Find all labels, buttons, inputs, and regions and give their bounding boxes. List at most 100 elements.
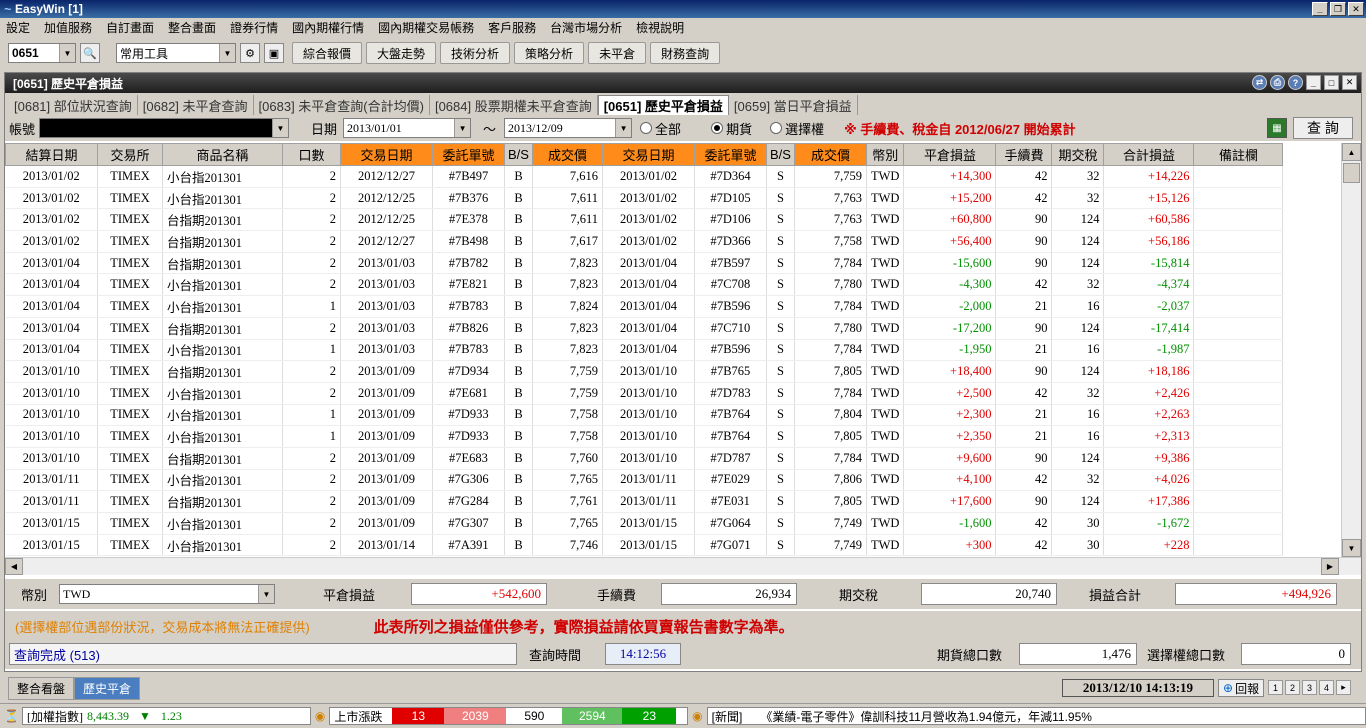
- account-select[interactable]: ▼: [39, 118, 290, 138]
- tab-history[interactable]: 歷史平倉: [74, 676, 141, 700]
- restore-button[interactable]: ❐: [1330, 2, 1346, 16]
- minimize-button[interactable]: _: [1312, 2, 1328, 16]
- layout-4-icon[interactable]: 4: [1319, 680, 1334, 695]
- column-header[interactable]: 交易所: [97, 143, 163, 166]
- menu-item-2[interactable]: 自訂畫面: [106, 19, 154, 36]
- close-button[interactable]: ✕: [1342, 75, 1357, 90]
- table-row[interactable]: 2013/01/04 TIMEX 台指期201301 2 2013/01/03 #7B82…: [5, 317, 1284, 340]
- currency-select[interactable]: TWD ▼: [59, 584, 275, 604]
- layout-2-icon[interactable]: 2: [1285, 680, 1300, 695]
- toolbar-button-1[interactable]: 大盤走勢: [366, 42, 437, 64]
- column-header[interactable]: 口數: [282, 143, 341, 166]
- menu-item-9[interactable]: 檢視說明: [636, 19, 684, 36]
- maximize-button[interactable]: □: [1324, 75, 1339, 90]
- search-icon[interactable]: 🔍: [80, 43, 100, 63]
- code-combo[interactable]: 0651 ▼: [8, 43, 76, 63]
- toolbar-button-2[interactable]: 技術分析: [440, 42, 511, 64]
- gear-icon[interactable]: ⚙: [240, 43, 260, 63]
- pin-icon[interactable]: ⏳: [4, 709, 19, 723]
- toolbar-button-4[interactable]: 未平倉: [588, 42, 647, 64]
- link-icon[interactable]: ⇄: [1252, 75, 1267, 90]
- menu-item-1[interactable]: 加值服務: [44, 19, 92, 36]
- expand-icon[interactable]: ▸: [1336, 680, 1351, 695]
- radio-futures[interactable]: 期貨: [711, 119, 752, 138]
- new-window-icon[interactable]: ▣: [264, 43, 284, 63]
- table-row[interactable]: 2013/01/02 TIMEX 台指期201301 2 2012/12/25 #7E37…: [5, 208, 1284, 232]
- column-header[interactable]: 委託單號: [694, 143, 767, 166]
- table-row[interactable]: 2013/01/04 TIMEX 小台指201301 1 2013/01/03 #7B78…: [5, 339, 1284, 362]
- vertical-scrollbar[interactable]: ▲ ▼: [1341, 143, 1361, 557]
- close-button[interactable]: ✕: [1348, 2, 1364, 16]
- radio-all[interactable]: 全部: [640, 119, 681, 138]
- column-header[interactable]: B/S: [766, 143, 795, 166]
- scroll-right-icon[interactable]: ▶: [1321, 558, 1339, 575]
- table-row[interactable]: 2013/01/10 TIMEX 台指期201301 2 2013/01/09 #7E68…: [5, 447, 1284, 470]
- horizontal-scrollbar[interactable]: ◀ ▶: [5, 557, 1361, 575]
- ticker-menu-icon[interactable]: ◉: [315, 709, 325, 723]
- column-header[interactable]: 備註欄: [1193, 143, 1284, 166]
- menu-item-5[interactable]: 國內期權行情: [292, 19, 364, 36]
- date-from-input[interactable]: 2013/01/01 ▼: [343, 118, 472, 138]
- table-row[interactable]: 2013/01/10 TIMEX 小台指201301 1 2013/01/09 #7D93…: [5, 404, 1284, 427]
- report-button[interactable]: ⊕ 回報: [1218, 679, 1265, 697]
- tab-integrated[interactable]: 整合看盤: [8, 676, 75, 700]
- table-row[interactable]: 2013/01/04 TIMEX 小台指201301 2 2013/01/03 #7E82…: [5, 273, 1284, 297]
- scroll-thumb[interactable]: [1343, 163, 1360, 183]
- tab-3[interactable]: [0684] 股票期權未平倉查詢: [430, 95, 598, 115]
- column-header[interactable]: 手續費: [995, 143, 1053, 166]
- toolbar-button-5[interactable]: 財務查詢: [650, 42, 721, 64]
- table-row[interactable]: 2013/01/15 TIMEX 小台指201301 2 2013/01/14 #7A39…: [5, 534, 1284, 557]
- column-header[interactable]: 合計損益: [1103, 143, 1195, 166]
- table-row[interactable]: 2013/01/10 TIMEX 台指期201301 2 2013/01/09 #7D93…: [5, 360, 1284, 383]
- column-header[interactable]: 交易日期: [602, 143, 695, 166]
- news-ticker[interactable]: [新聞] 《業績-電子零件》偉訓科技11月營收為1.94億元，年減11.95%: [706, 707, 1366, 725]
- table-row[interactable]: 2013/01/10 TIMEX 小台指201301 2 2013/01/09 #7E68…: [5, 382, 1284, 405]
- column-header[interactable]: B/S: [504, 143, 533, 166]
- toolbar-button-3[interactable]: 策略分析: [514, 42, 585, 64]
- table-row[interactable]: 2013/01/02 TIMEX 小台指201301 2 2012/12/27 #7B49…: [5, 165, 1284, 188]
- table-row[interactable]: 2013/01/04 TIMEX 小台指201301 1 2013/01/03 #7B78…: [5, 295, 1284, 318]
- menu-item-8[interactable]: 台灣市場分析: [550, 19, 622, 36]
- query-button[interactable]: 查 詢: [1293, 117, 1353, 139]
- column-header[interactable]: 商品名稱: [162, 143, 283, 166]
- menu-item-7[interactable]: 客戶服務: [488, 19, 536, 36]
- minimize-button[interactable]: _: [1306, 75, 1321, 90]
- toolbar-button-0[interactable]: 綜合報價: [292, 42, 363, 64]
- scroll-up-icon[interactable]: ▲: [1342, 143, 1361, 161]
- tools-combo[interactable]: 常用工具 ▼: [116, 43, 236, 63]
- table-row[interactable]: 2013/01/10 TIMEX 小台指201301 1 2013/01/09 #7D93…: [5, 425, 1284, 448]
- menu-item-6[interactable]: 國內期權交易帳務: [378, 19, 474, 36]
- help-icon[interactable]: ?: [1288, 75, 1303, 90]
- tab-0[interactable]: [0681] 部位狀況查詢: [9, 95, 138, 115]
- column-header[interactable]: 交易日期: [340, 143, 433, 166]
- layout-3-icon[interactable]: 3: [1302, 680, 1317, 695]
- column-header[interactable]: 幣別: [865, 143, 905, 166]
- excel-export-icon[interactable]: ▦: [1267, 118, 1287, 138]
- column-header[interactable]: 平倉損益: [903, 143, 997, 166]
- date-to-input[interactable]: 2013/12/09 ▼: [504, 118, 633, 138]
- tab-5[interactable]: [0659] 當日平倉損益: [729, 95, 858, 115]
- ticker-menu-icon[interactable]: ◉: [692, 709, 702, 723]
- column-header[interactable]: 結算日期: [5, 143, 98, 166]
- table-row[interactable]: 2013/01/02 TIMEX 台指期201301 2 2012/12/27 #7B49…: [5, 230, 1284, 253]
- layout-1-icon[interactable]: 1: [1268, 680, 1283, 695]
- tab-1[interactable]: [0682] 未平倉查詢: [138, 95, 254, 115]
- table-row[interactable]: 2013/01/02 TIMEX 小台指201301 2 2012/12/25 #7B37…: [5, 187, 1284, 210]
- table-row[interactable]: 2013/01/04 TIMEX 台指期201301 2 2013/01/03 #7B78…: [5, 252, 1284, 275]
- table-row[interactable]: 2013/01/11 TIMEX 小台指201301 2 2013/01/09 #7G30…: [5, 469, 1284, 492]
- print-icon[interactable]: ⎙: [1270, 75, 1285, 90]
- menu-item-3[interactable]: 整合畫面: [168, 19, 216, 36]
- tab-4[interactable]: [0651] 歷史平倉損益: [597, 95, 729, 115]
- column-header[interactable]: 委託單號: [432, 143, 505, 166]
- table-row[interactable]: 2013/01/15 TIMEX 小台指201301 2 2013/01/09 #7G30…: [5, 512, 1284, 535]
- menu-item-0[interactable]: 設定: [6, 19, 30, 36]
- table-row[interactable]: 2013/01/11 TIMEX 台指期201301 2 2013/01/09 #7G28…: [5, 490, 1284, 513]
- tab-2[interactable]: [0683] 未平倉查詢(合計均價): [254, 95, 430, 115]
- menu-item-4[interactable]: 證券行情: [230, 19, 278, 36]
- pnl-table[interactable]: 結算日期 交易所 商品名稱 口數 交易日期 委託單號 B/S 成交價 交易日期 委託單號 B/S 成交…: [5, 143, 1341, 557]
- radio-options[interactable]: 選擇權: [770, 119, 824, 138]
- scroll-left-icon[interactable]: ◀: [5, 558, 23, 575]
- column-header[interactable]: 成交價: [794, 143, 867, 166]
- column-header[interactable]: 成交價: [532, 143, 603, 166]
- column-header[interactable]: 期交稅: [1051, 143, 1105, 166]
